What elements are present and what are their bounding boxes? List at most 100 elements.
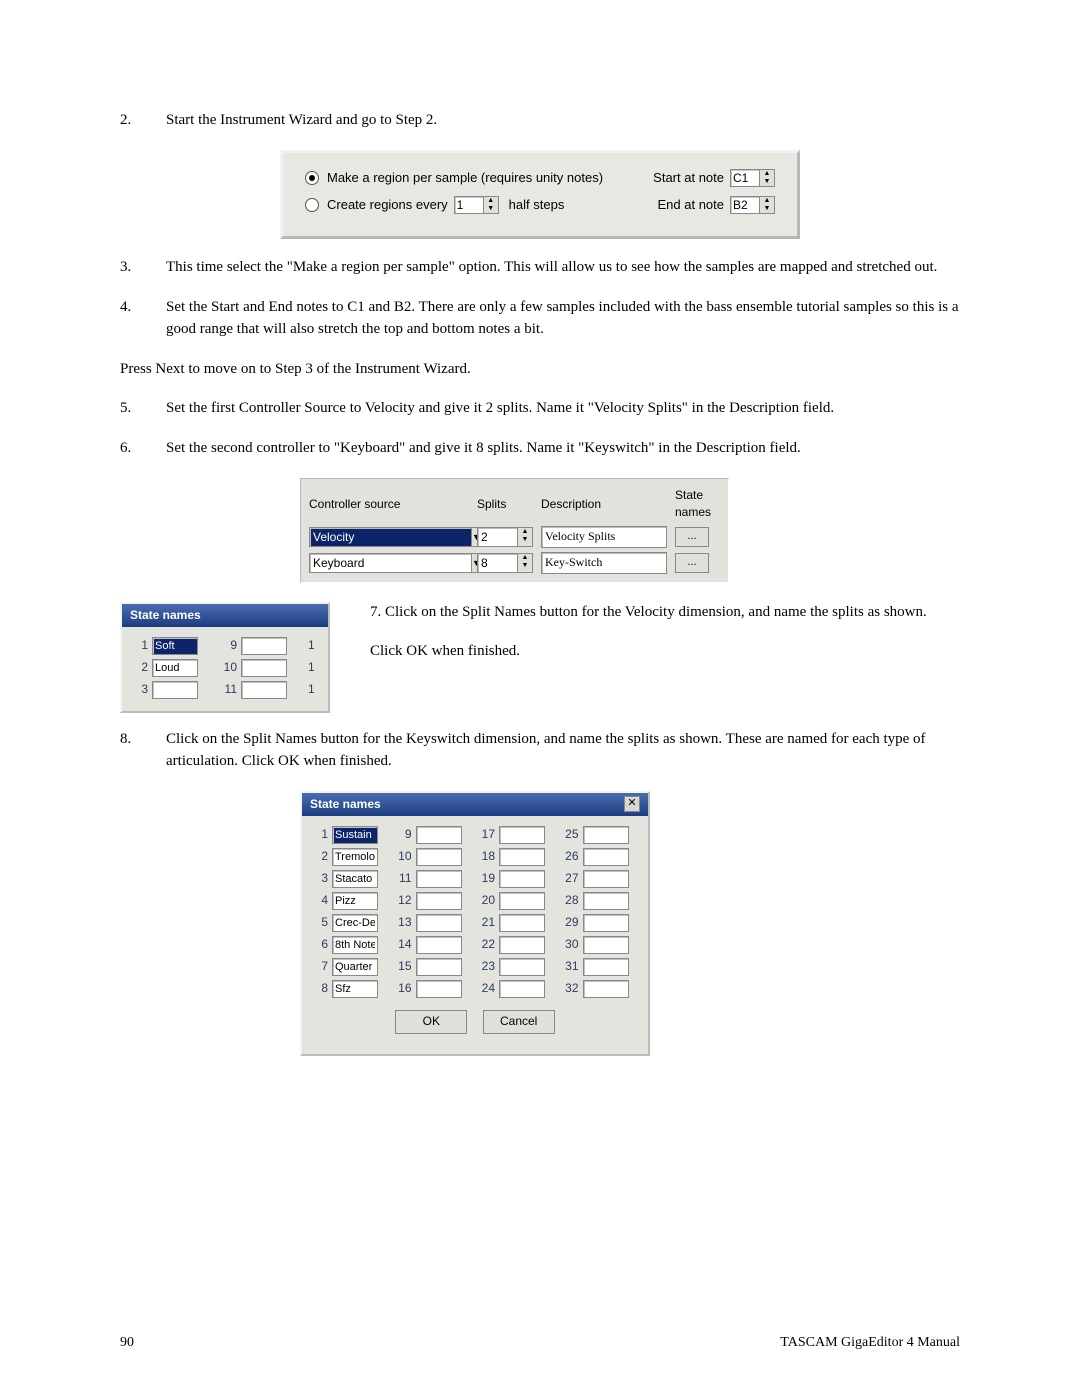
state-cell: 3	[310, 870, 390, 888]
state-name-input[interactable]	[416, 892, 462, 910]
state-name-input[interactable]	[332, 958, 378, 976]
ok-button[interactable]: OK	[395, 1010, 467, 1034]
state-name-input[interactable]	[416, 914, 462, 932]
state-name-input[interactable]	[583, 848, 629, 866]
state-name-input[interactable]	[583, 936, 629, 954]
state-index: 11	[219, 681, 237, 698]
controller-source-combo-2[interactable]	[309, 553, 472, 573]
state-name-input[interactable]	[152, 659, 198, 677]
splits-spinner-1[interactable]: ▲ ▼	[518, 527, 533, 547]
radio-per-sample[interactable]	[305, 171, 319, 185]
description-input-1[interactable]	[541, 526, 667, 548]
state-name-input[interactable]	[241, 659, 287, 677]
spin-up-icon[interactable]: ▲	[760, 197, 774, 205]
state-name-input[interactable]	[583, 892, 629, 910]
half-steps-input[interactable]	[454, 196, 484, 214]
step-number-8: 8.	[120, 729, 166, 773]
state-name-input[interactable]	[499, 826, 545, 844]
state-name-input[interactable]	[332, 870, 378, 888]
state-name-input[interactable]	[499, 870, 545, 888]
state-name-input[interactable]	[152, 637, 198, 655]
state-name-input[interactable]	[332, 892, 378, 910]
state-name-input[interactable]	[499, 914, 545, 932]
spin-down-icon[interactable]: ▼	[518, 536, 532, 544]
state-cell: 32	[561, 980, 641, 998]
state-index: 6	[310, 936, 328, 953]
state-cell: 17	[477, 826, 557, 844]
description-input-2[interactable]	[541, 552, 667, 574]
spin-up-icon[interactable]: ▲	[484, 197, 498, 205]
state-cell: 29	[561, 914, 641, 932]
state-index: 2	[310, 848, 328, 865]
state-index: 11	[394, 870, 412, 887]
end-note-input[interactable]	[730, 196, 760, 214]
start-note-input[interactable]	[730, 169, 760, 187]
state-cell: 2	[310, 848, 390, 866]
spin-down-icon[interactable]: ▼	[760, 178, 774, 186]
step-number-6: 6.	[120, 438, 166, 460]
state-name-input[interactable]	[241, 681, 287, 699]
state-names-button-1[interactable]: ...	[675, 527, 709, 547]
state-name-input[interactable]	[416, 826, 462, 844]
spin-up-icon[interactable]: ▲	[518, 528, 532, 536]
radio-create-every[interactable]	[305, 198, 319, 212]
step-text-3: This time select the "Make a region per …	[166, 257, 960, 279]
state-cell: 24	[477, 980, 557, 998]
state-name-input[interactable]	[583, 826, 629, 844]
state-index: 18	[477, 848, 495, 865]
keyswitch-state-names-panel: State names ✕ 19172521018263111927412202…	[300, 791, 650, 1056]
splits-input-2[interactable]	[477, 553, 518, 573]
state-name-input[interactable]	[499, 980, 545, 998]
start-note-spinner[interactable]: ▲ ▼	[760, 169, 775, 187]
state-index: 21	[477, 914, 495, 931]
state-name-input[interactable]	[332, 914, 378, 932]
state-name-input[interactable]	[499, 936, 545, 954]
state-name-input[interactable]	[416, 848, 462, 866]
state-name-input[interactable]	[416, 958, 462, 976]
cancel-button[interactable]: Cancel	[483, 1010, 555, 1034]
step-number-2: 2.	[120, 110, 166, 132]
state-cell: 25	[561, 826, 641, 844]
hdr-splits: Splits	[477, 496, 533, 513]
step-text-7: 7. Click on the Split Names button for t…	[370, 602, 960, 624]
state-name-input[interactable]	[416, 980, 462, 998]
controller-table-panel: Controller source Splits Description Sta…	[300, 478, 730, 584]
state-name-input[interactable]	[152, 681, 198, 699]
state-cell: 18	[477, 848, 557, 866]
state-cell: 7	[310, 958, 390, 976]
state-name-input[interactable]	[332, 848, 378, 866]
state-name-input[interactable]	[332, 936, 378, 954]
state-name-input[interactable]	[499, 848, 545, 866]
spin-down-icon[interactable]: ▼	[518, 562, 532, 570]
controller-source-combo-1[interactable]	[309, 527, 472, 547]
state-index: 15	[394, 958, 412, 975]
state-cell: 9	[394, 826, 474, 844]
state-index: 8	[310, 980, 328, 997]
half-steps-spinner[interactable]: ▲ ▼	[484, 196, 499, 214]
close-icon[interactable]: ✕	[624, 796, 640, 812]
state-index: 19	[477, 870, 495, 887]
state-name-input[interactable]	[416, 936, 462, 954]
state-index: 25	[561, 826, 579, 843]
spin-down-icon[interactable]: ▼	[484, 205, 498, 213]
splits-spinner-2[interactable]: ▲ ▼	[518, 553, 533, 573]
state-name-input[interactable]	[583, 980, 629, 998]
spin-up-icon[interactable]: ▲	[760, 170, 774, 178]
state-names-button-2[interactable]: ...	[675, 553, 709, 573]
start-note-label: Start at note	[653, 169, 724, 188]
state-name-input[interactable]	[583, 870, 629, 888]
splits-input-1[interactable]	[477, 527, 518, 547]
state-name-input[interactable]	[499, 958, 545, 976]
state-index: 9	[394, 826, 412, 843]
spin-down-icon[interactable]: ▼	[760, 205, 774, 213]
state-name-input[interactable]	[241, 637, 287, 655]
state-name-input[interactable]	[583, 958, 629, 976]
end-note-spinner[interactable]: ▲ ▼	[760, 196, 775, 214]
state-name-input[interactable]	[332, 980, 378, 998]
spin-up-icon[interactable]: ▲	[518, 554, 532, 562]
state-name-input[interactable]	[499, 892, 545, 910]
state-name-input[interactable]	[332, 826, 378, 844]
state-cell: 26	[561, 848, 641, 866]
state-name-input[interactable]	[416, 870, 462, 888]
state-name-input[interactable]	[583, 914, 629, 932]
